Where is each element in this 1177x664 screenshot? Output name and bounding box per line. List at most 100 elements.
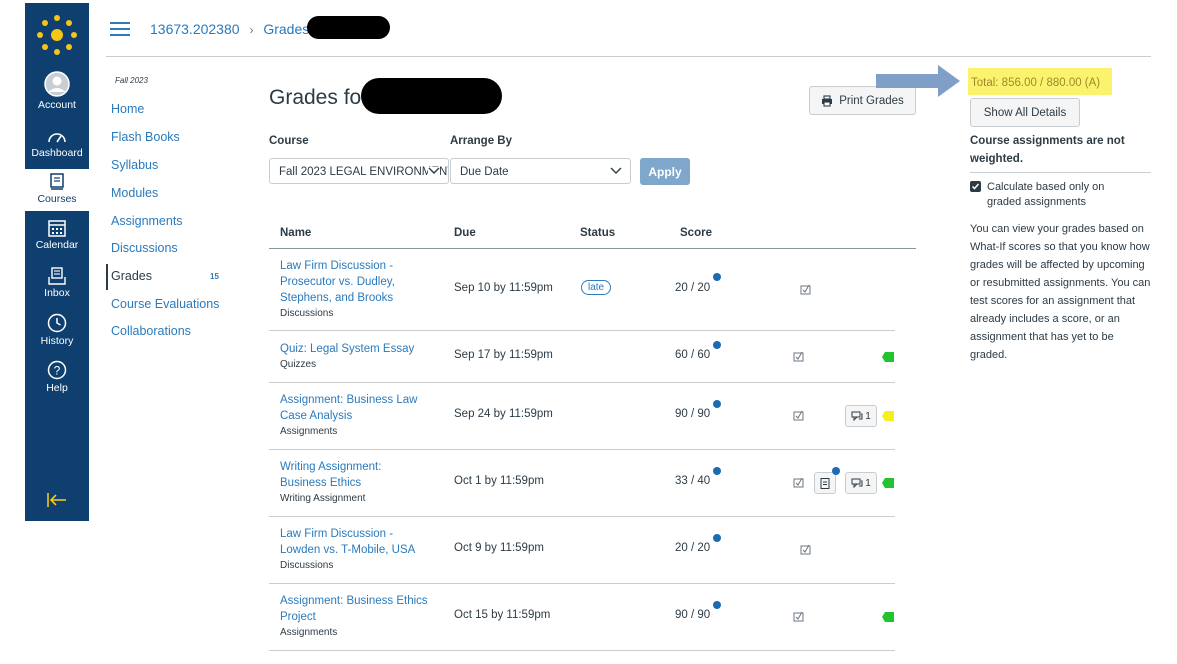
table-row: Assignment: Business Law Case Analysis A… [269,383,895,450]
assignment-link[interactable]: Quiz: Legal System Essay [280,341,430,357]
tag-icon [882,612,894,622]
dashboard-icon [48,133,66,143]
what-if-score-icon[interactable] [800,544,811,555]
tag-icon [882,352,894,362]
calculate-graded-only-label[interactable]: Calculate based only on graded assignmen… [987,180,1137,210]
show-all-details-button[interactable]: Show All Details [970,98,1080,127]
course-nav-active-indicator [106,264,108,290]
checkmark-icon [971,183,980,190]
late-badge: late [581,280,612,295]
assignment-link[interactable]: Writing Assignment: Business Ethics [280,459,430,491]
assignment-name-cell: Assignment: Business Law Case Analysis A… [280,392,430,439]
apply-button[interactable]: Apply [640,158,690,185]
comment-icon [851,411,863,421]
assignment-link[interactable]: Law Firm Discussion - Prosecutor vs. Dud… [280,258,430,306]
gnav-courses[interactable]: Courses [25,169,89,211]
course-nav-modules[interactable]: Modules [111,186,158,200]
assignment-name-cell: Writing Assignment: Business Ethics Writ… [280,459,430,506]
assignment-link[interactable]: Assignment: Business Law Case Analysis [280,392,430,424]
assignment-name-cell: Law Firm Discussion - Prosecutor vs. Dud… [280,258,430,321]
gnav-calendar[interactable]: Calendar [25,219,89,251]
due-date: Oct 1 by 11:59pm [454,475,544,487]
course-nav-syllabus[interactable]: Syllabus [111,158,158,172]
tag-icon [882,478,894,488]
assignment-type: Discussions [280,560,334,571]
svg-text:?: ? [54,364,61,378]
assignment-link[interactable]: Law Firm Discussion - Lowden vs. T-Mobil… [280,526,430,558]
course-nav-home[interactable]: Home [111,102,144,116]
what-if-score-icon[interactable] [793,477,804,488]
course-nav-discussions[interactable]: Discussions [111,241,178,255]
what-if-score-icon[interactable] [793,611,804,622]
course-select-label: Course [269,135,309,147]
due-date: Sep 10 by 11:59pm [454,282,553,294]
calculate-graded-only-checkbox[interactable] [970,181,981,192]
comment-icon [851,478,863,488]
weight-note: Course assignments are not weighted. [970,135,1125,165]
gnav-dashboard[interactable]: Dashboard [25,129,89,159]
gnav-inbox[interactable]: Inbox [25,267,89,299]
breadcrumb: 13673.202380 › Grades [150,21,309,37]
collapse-nav-icon[interactable] [25,491,89,514]
course-nav-collaborations[interactable]: Collaborations [111,324,191,338]
arrange-by-value: Due Date [460,166,509,178]
comments-button[interactable]: 1 [845,405,877,427]
redaction-mark [307,16,390,39]
assignment-type: Assignments [280,426,338,437]
score: 90 / 90 [675,609,711,621]
unread-dot-icon [713,467,721,475]
grades-count-badge: 15 [210,272,219,281]
course-nav-assignments[interactable]: Assignments [111,214,183,228]
assignment-name-cell: Quiz: Legal System Essay Quizzes [280,341,430,372]
assignment-type: Quizzes [280,359,317,370]
table-row: Assignment: Business Ethics Project Assi… [269,584,895,651]
unread-dot-icon [713,400,721,408]
unread-dot-icon [832,467,840,475]
header-divider [106,56,1151,57]
gnav-account-label: Account [38,99,76,111]
tag-icon [882,411,894,421]
account-icon [44,71,70,97]
course-nav-flash-books[interactable]: Flash Books [111,130,180,144]
assignment-link[interactable]: Assignment: Business Ethics Project [280,593,430,625]
column-header-score[interactable]: Score [680,227,712,239]
score: 90 / 90 [675,408,711,420]
gnav-help[interactable]: ? Help [25,360,89,394]
hamburger-menu-icon[interactable] [110,22,130,38]
chevron-down-icon [610,167,622,174]
rubric-button[interactable] [814,472,836,494]
school-logo-icon[interactable] [25,9,89,61]
course-nav-grades[interactable]: Grades [111,269,152,283]
column-header-name[interactable]: Name [280,227,311,239]
assignment-name-cell: Assignment: Business Ethics Project Assi… [280,593,430,640]
column-header-status[interactable]: Status [580,227,615,239]
assignment-type: Writing Assignment [280,493,366,504]
comments-button[interactable]: 1 [845,472,877,494]
column-header-due[interactable]: Due [454,227,476,239]
what-if-score-icon[interactable] [793,351,804,362]
gnav-history[interactable]: History [25,313,89,347]
assignment-name-cell: Law Firm Discussion - Lowden vs. T-Mobil… [280,526,430,573]
what-if-score-icon[interactable] [793,410,804,421]
due-date: Oct 15 by 11:59pm [454,609,551,621]
arrange-by-label: Arrange By [450,135,512,147]
course-select[interactable]: Fall 2023 LEGAL ENVIRONMENT [269,158,449,184]
due-date: Sep 17 by 11:59pm [454,349,553,361]
course-term: Fall 2023 [115,76,148,85]
score: 60 / 60 [675,349,711,361]
what-if-score-icon[interactable] [800,284,811,295]
score: 20 / 20 [675,542,711,554]
gnav-account[interactable]: Account [25,71,89,111]
sidebar-divider [970,172,1151,173]
courses-icon [50,173,64,190]
table-row: Quiz: Legal System Essay Quizzes Sep 17 … [269,331,895,383]
gnav-inbox-label: Inbox [44,287,70,299]
breadcrumb-course-link[interactable]: 13673.202380 [150,21,240,37]
arrange-by-select[interactable]: Due Date [450,158,631,184]
due-date: Sep 24 by 11:59pm [454,408,553,420]
gnav-dashboard-label: Dashboard [31,147,83,159]
gnav-help-label: Help [46,382,68,394]
breadcrumb-grades-link[interactable]: Grades [263,21,309,37]
due-date: Oct 9 by 11:59pm [454,542,544,554]
course-nav-course-evaluations[interactable]: Course Evaluations [111,297,219,311]
